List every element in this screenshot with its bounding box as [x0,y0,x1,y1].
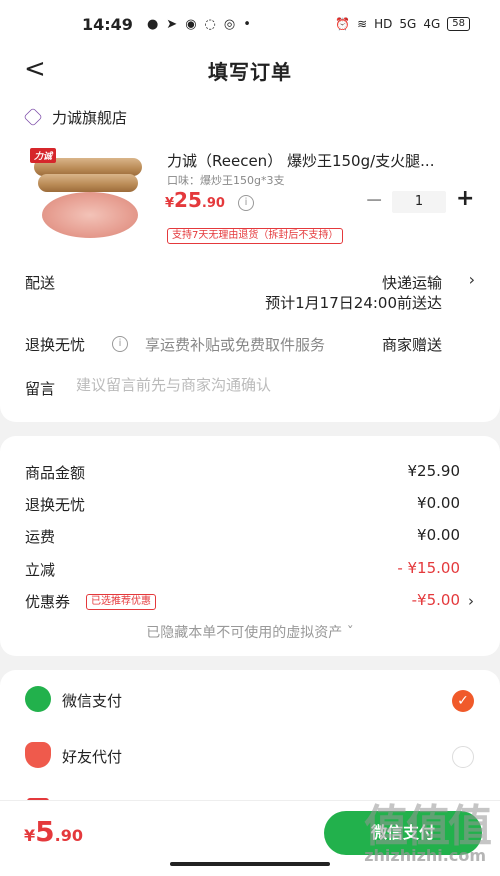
return-service-label: 退换无忧 [25,336,86,354]
currency-symbol: ¥ [165,196,175,211]
message-label: 留言 [25,380,56,398]
message-input[interactable] [76,376,456,394]
store-icon [23,107,43,127]
product-image[interactable]: 力诚 [24,144,150,240]
price-decimal: .90 [54,826,83,845]
browser-icon: ◎ [223,16,236,32]
radio-unselected-icon[interactable] [452,746,474,768]
product-title[interactable]: 力诚（Reecen） 爆炒王150g/支火腿... [167,150,477,171]
battery-icon: 58 [447,17,470,31]
watermark-url: zhizhizhi.com [364,846,486,865]
status-bar: 14:49 ● ➤ ◉ ◌ ◎ • ⏰ ≋ HD 5G 4G 58 [0,0,500,48]
quantity-minus-button[interactable]: − [365,188,383,213]
brand-tag: 力诚 [30,148,57,163]
shipping-method[interactable]: 快递运输 [382,272,442,293]
payment-method-label[interactable]: 好友代付 [62,746,122,767]
quantity-input[interactable]: 1 [392,191,446,213]
chevron-right-icon[interactable]: › [468,592,474,610]
return-policy-tag: 支持7天无理由退货（拆封后不支持） [167,228,344,244]
product-spec: 口味：爆炒王150g*3支 [167,174,285,187]
ham-slice-shape [42,192,138,238]
order-card: 力诚旗舰店 力诚 力诚（Reecen） 爆炒王150g/支火腿... 口味：爆炒… [0,92,500,422]
dot-icon: • [243,16,251,32]
wifi-icon: ≋ [357,17,368,31]
total-price: ¥5.90 [24,815,83,848]
telegram-icon: ➤ [166,16,178,32]
chat-icon: ◌ [204,16,216,32]
summary-value: ¥0.00 [417,494,460,512]
currency-symbol: ¥ [24,826,36,845]
signal-5g-icon: 5G [399,17,417,31]
shipping-eta: 预计1月17日24:00前送达 [265,294,442,312]
hidden-assets-note[interactable]: 已隐藏本单不可使用的虚拟资产 ˇ [0,622,500,642]
price-integer: 25 [174,188,202,212]
discount-value: - ¥15.00 [397,559,460,577]
return-service-value: 商家赠送 [381,336,442,354]
watermark-logo: 值值值 [364,801,492,852]
store-name[interactable]: 力诚旗舰店 [52,107,127,128]
info-icon[interactable]: i [112,336,128,352]
coupon-label[interactable]: 优惠券 [25,591,70,612]
payment-method-label[interactable]: 微信支付 [62,690,122,711]
summary-label: 运费 [25,528,56,546]
shipping-label: 配送 [25,274,56,292]
coupon-value[interactable]: -¥5.00 [412,591,460,609]
quantity-plus-button[interactable]: + [456,186,474,211]
price-decimal: .90 [201,196,225,211]
nav-bar: < 填写订单 [0,48,500,92]
info-icon[interactable]: i [238,195,254,211]
summary-label: 商品金额 [25,464,86,482]
coupon-tag: 已选推荐优惠 [86,594,156,610]
status-time: 14:49 [82,14,133,34]
summary-label: 退换无忧 [25,496,86,514]
chevron-right-icon[interactable]: › [469,270,475,289]
page-title: 填写订单 [208,60,292,84]
price-summary-card: 商品金额 ¥25.90 退换无忧 ¥0.00 运费 ¥0.00 立减 - ¥15… [0,436,500,656]
sausage-shape [38,174,138,192]
signal-4g-icon: 4G [423,17,441,31]
wechat-icon: ● [146,16,159,32]
price-integer: 5 [35,815,55,848]
notification-icons: ● ➤ ◉ ◌ ◎ • [147,17,251,32]
summary-value: ¥25.90 [407,462,461,480]
friend-pay-icon [25,742,51,768]
hd-icon: HD [374,17,393,31]
alarm-icon: ⏰ [335,17,351,31]
summary-label: 立减 [25,561,56,579]
weibo-icon: ◉ [185,16,197,32]
return-service-desc: 享运费补贴或免费取件服务 [145,336,326,354]
wechat-pay-icon [25,686,51,712]
summary-value: ¥0.00 [417,526,460,544]
home-indicator[interactable] [170,862,330,866]
radio-selected-icon[interactable]: ✓ [452,690,474,712]
status-right-icons: ⏰ ≋ HD 5G 4G 58 [335,17,470,31]
product-price: ¥25.90 [165,188,225,212]
